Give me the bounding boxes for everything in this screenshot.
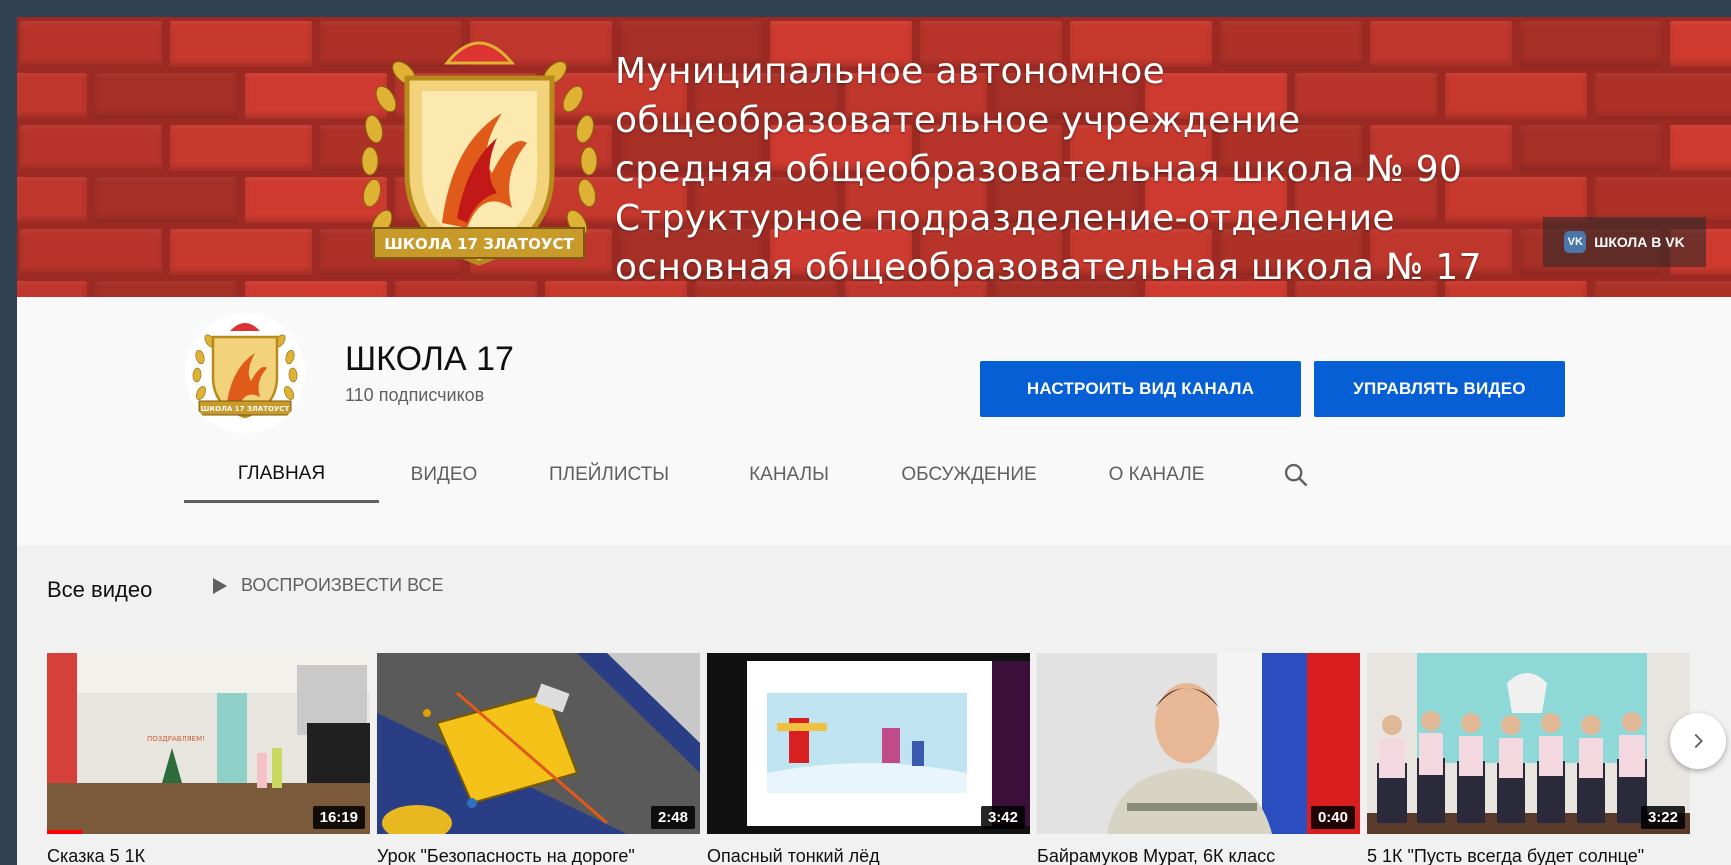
play-all-button[interactable]: ВОСПРОИЗВЕСТИ ВСЕ	[213, 575, 444, 596]
channel-banner: ШКОЛА 17 ЗЛАТОУСТ Муниципальное автономн…	[17, 17, 1731, 297]
tab-about[interactable]: О КАНАЛЕ	[1069, 447, 1244, 503]
vk-icon: VK	[1564, 231, 1587, 253]
tab-playlists[interactable]: ПЛЕЙЛИСТЫ	[509, 447, 709, 503]
brick	[95, 281, 237, 297]
svg-text:ПОЗДРАВЛЯЕМ!: ПОЗДРАВЛЯЕМ!	[147, 735, 205, 743]
brick	[1670, 21, 1731, 67]
video-card[interactable]: 2:48 Урок "Безопасность на дороге"	[377, 653, 700, 865]
customize-channel-button[interactable]: НАСТРОИТЬ ВИД КАНАЛА	[980, 361, 1301, 417]
banner-line: общеобразовательное учреждение	[615, 100, 1301, 141]
tab-videos[interactable]: ВИДЕО	[379, 447, 509, 503]
channel-search-button[interactable]	[1266, 447, 1326, 503]
brick	[17, 281, 87, 297]
search-icon	[1284, 463, 1308, 487]
tab-discussion[interactable]: ОБСУЖДЕНИЕ	[869, 447, 1069, 503]
banner-line: средняя общеобразовательная школа № 90	[615, 149, 1463, 190]
video-title[interactable]: Урок "Безопасность на дороге"	[377, 844, 700, 865]
banner-line: основная общеобразовательная школа № 17	[615, 247, 1482, 288]
brick	[17, 73, 87, 119]
vk-link-label: ШКОЛА В VK	[1594, 234, 1685, 250]
brick	[95, 177, 237, 223]
youtube-channel-page: ШКОЛА 17 ЗЛАТОУСТ Муниципальное автономн…	[17, 17, 1731, 865]
banner-line: Муниципальное автономное	[615, 51, 1166, 92]
video-thumbnail[interactable]: 3:22	[1367, 653, 1690, 834]
brick	[1670, 125, 1731, 171]
vk-banner-link[interactable]: VK ШКОЛА В VK	[1543, 217, 1706, 267]
brick	[1595, 281, 1731, 297]
channel-avatar[interactable]: ШКОЛА 17 ЗЛАТОУСТ	[185, 313, 305, 433]
video-card[interactable]: 3:22 5 1К "Пусть всегда будет солнце"	[1367, 653, 1690, 865]
video-thumbnail[interactable]: 3:42	[707, 653, 1030, 834]
banner-school-title: Муниципальное автономное общеобразовател…	[615, 47, 1482, 292]
avatar-ribbon-text: ШКОЛА 17 ЗЛАТОУСТ	[201, 405, 290, 413]
video-card[interactable]: 3:42 Опасный тонкий лёд	[707, 653, 1030, 865]
brick	[170, 125, 312, 171]
tab-home[interactable]: ГЛАВНАЯ	[184, 447, 379, 503]
video-duration: 3:22	[1640, 806, 1685, 829]
play-all-label: ВОСПРОИЗВЕСТИ ВСЕ	[241, 575, 444, 595]
channel-name: ШКОЛА 17	[345, 340, 514, 378]
video-title[interactable]: Сказка 5 1К	[47, 844, 370, 865]
manage-videos-button[interactable]: УПРАВЛЯТЬ ВИДЕО	[1314, 361, 1565, 417]
video-title[interactable]: Опасный тонкий лёд	[707, 844, 1030, 865]
video-duration: 2:48	[650, 806, 695, 829]
video-duration: 0:40	[1310, 806, 1355, 829]
video-title[interactable]: 5 1К "Пусть всегда будет солнце"	[1367, 844, 1690, 865]
video-duration: 3:42	[980, 806, 1025, 829]
channel-header: ШКОЛА 17 ЗЛАТОУСТ ШКОЛА 17 110 подписчик…	[17, 297, 1731, 545]
brick	[170, 21, 312, 67]
play-icon	[213, 577, 227, 594]
channel-tabs: ГЛАВНАЯ ВИДЕО ПЛЕЙЛИСТЫ КАНАЛЫ ОБСУЖДЕНИ…	[184, 447, 1326, 503]
brick	[1520, 125, 1662, 171]
chevron-right-icon	[1694, 733, 1703, 749]
avatar-emblem: ШКОЛА 17 ЗЛАТОУСТ	[185, 313, 305, 433]
banner-line: Структурное подразделение-отделение	[615, 198, 1395, 239]
channel-content: Все видео ВОСПРОИЗВЕСТИ ВСЕ ПОЗДРАВЛЯЕМ!…	[17, 545, 1731, 865]
brick	[1520, 21, 1662, 67]
shelf-title[interactable]: Все видео	[47, 577, 152, 603]
brick	[170, 229, 312, 275]
brick	[20, 21, 162, 67]
video-duration: 16:19	[312, 806, 365, 829]
school-emblem: ШКОЛА 17 ЗЛАТОУСТ	[361, 41, 598, 266]
video-thumbnail[interactable]: 2:48	[377, 653, 700, 834]
shelf-next-button[interactable]	[1670, 713, 1726, 769]
video-card[interactable]: 0:40 Байрамуков Мурат, 6К класс "Мамины …	[1037, 653, 1360, 865]
subscriber-count: 110 подписчиков	[345, 385, 485, 405]
brick	[20, 229, 162, 275]
video-card[interactable]: ПОЗДРАВЛЯЕМ! 16:19 Сказка 5 1К	[47, 653, 370, 865]
emblem-ribbon-text: ШКОЛА 17 ЗЛАТОУСТ	[384, 235, 574, 253]
brick	[1595, 73, 1731, 119]
video-thumbnail[interactable]: 0:40	[1037, 653, 1360, 834]
watch-progress-bar	[47, 830, 82, 834]
brick	[17, 177, 87, 223]
brick	[20, 125, 162, 171]
brick	[95, 73, 237, 119]
tab-channels[interactable]: КАНАЛЫ	[709, 447, 869, 503]
video-title[interactable]: Байрамуков Мурат, 6К класс "Мамины руки"	[1037, 844, 1360, 865]
video-thumbnail[interactable]: ПОЗДРАВЛЯЕМ! 16:19	[47, 653, 370, 834]
